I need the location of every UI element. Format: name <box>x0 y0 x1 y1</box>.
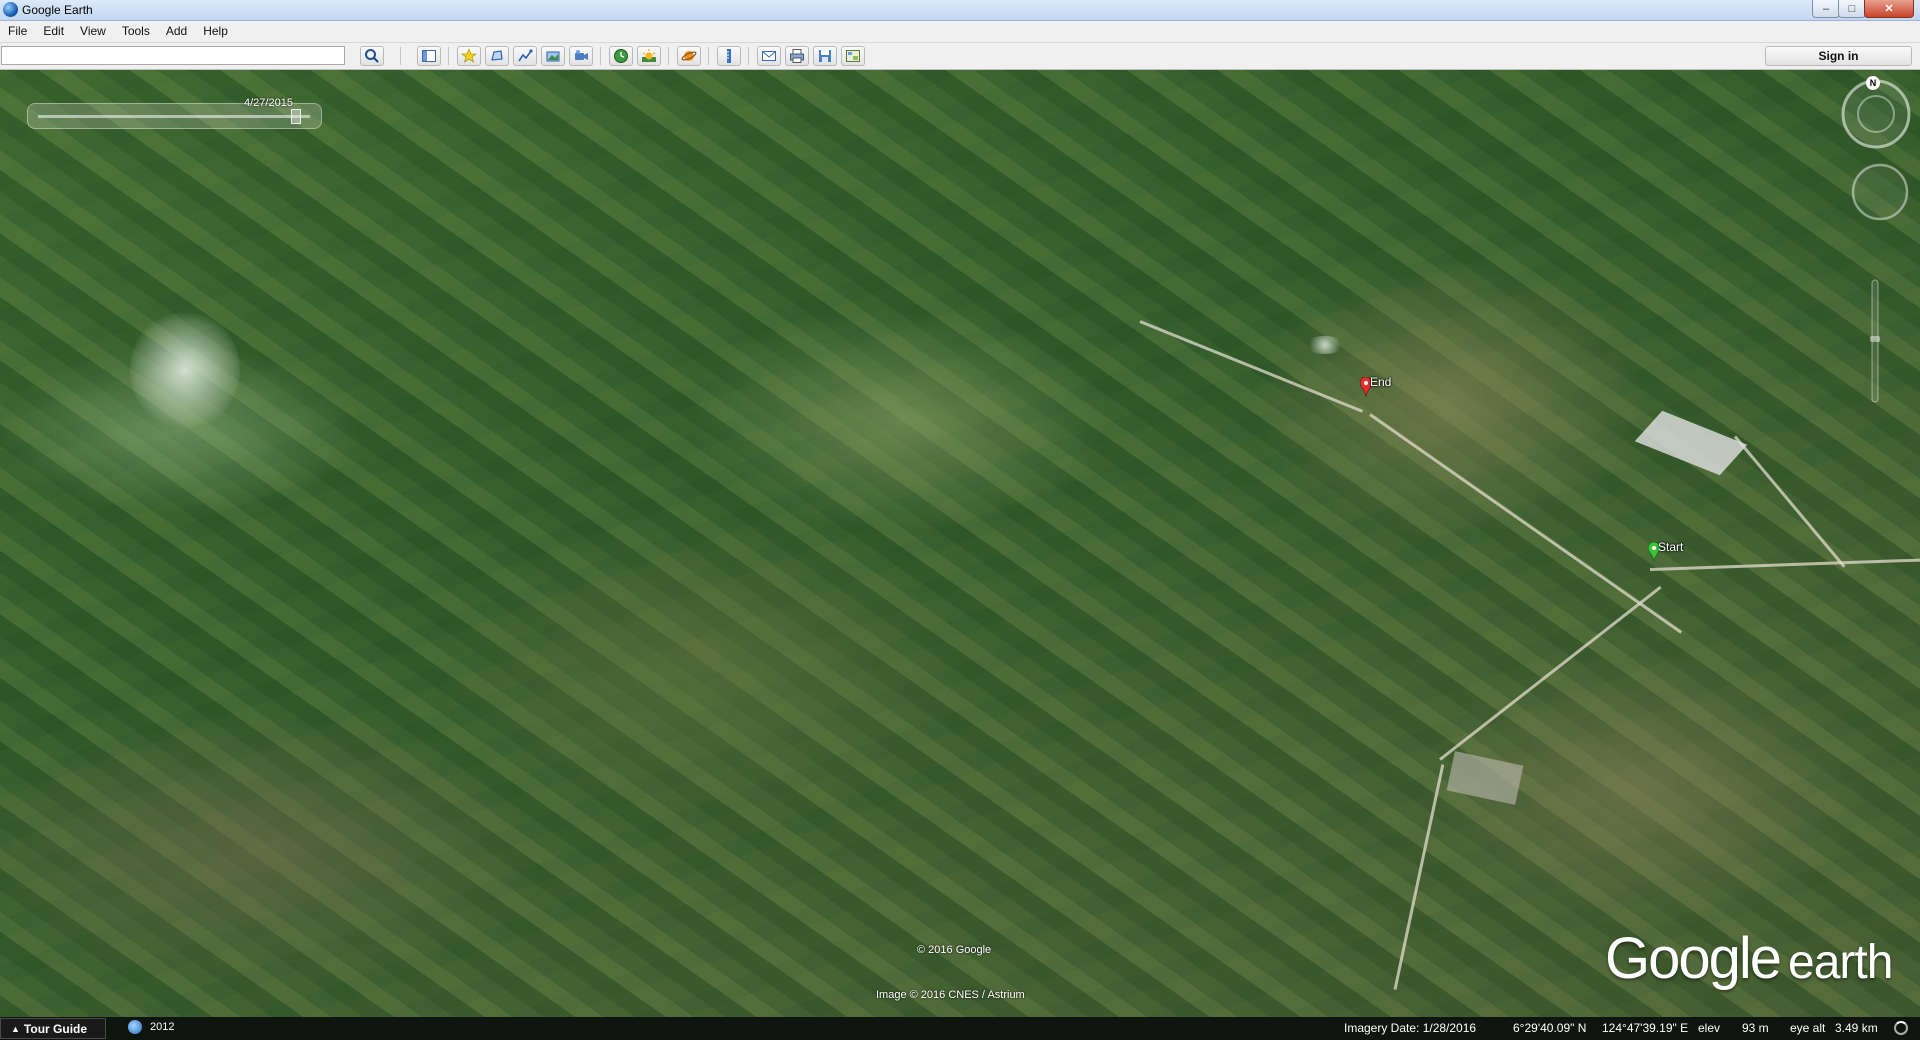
maps-icon <box>846 50 860 62</box>
building-compound <box>1634 410 1748 476</box>
tour-guide-button[interactable]: ▲ Tour Guide <box>0 1018 106 1039</box>
placemark-start-label: Start <box>1658 540 1684 554</box>
add-polygon-button[interactable] <box>485 46 509 66</box>
look-joystick-icon[interactable] <box>1850 162 1910 222</box>
maximize-icon: □ <box>1848 2 1856 15</box>
save-image-button[interactable] <box>813 46 837 66</box>
toolbar-separator <box>668 47 669 65</box>
polygon-icon <box>491 50 503 61</box>
toolbar-separator <box>600 47 601 65</box>
toolbar-separator <box>748 47 749 65</box>
elevation-label: elev <box>1698 1021 1721 1035</box>
sunlight-button[interactable] <box>637 46 661 66</box>
eye-altitude-value: 3.49 km <box>1835 1021 1878 1035</box>
ruler-button[interactable] <box>717 46 741 66</box>
sidebar-icon <box>422 50 436 62</box>
building-compound <box>1446 751 1524 805</box>
email-button[interactable] <box>757 46 781 66</box>
historical-imagery-year[interactable]: 2012 <box>128 1020 174 1034</box>
image-overlay-icon <box>546 51 560 62</box>
ruler-icon <box>727 49 731 63</box>
close-icon: ✕ <box>1884 3 1894 15</box>
time-slider-thumb[interactable] <box>291 109 301 124</box>
menu-help[interactable]: Help <box>195 21 236 42</box>
clock-icon <box>128 1020 142 1034</box>
menu-view[interactable]: View <box>72 21 114 42</box>
print-icon <box>790 49 804 63</box>
sun-icon <box>642 49 656 62</box>
road <box>1439 585 1662 761</box>
time-slider-track <box>38 115 310 118</box>
history-year-value: 2012 <box>150 1021 175 1033</box>
maximize-button[interactable]: □ <box>1838 0 1866 18</box>
menu-file[interactable]: File <box>0 21 35 42</box>
cloud <box>1305 336 1345 354</box>
menu-bar: File Edit View Tools Add Help <box>0 21 1920 43</box>
search-input[interactable] <box>1 46 345 65</box>
compass-north-label: N <box>1866 76 1880 90</box>
record-tour-icon <box>575 50 588 60</box>
status-bar: ▲ Tour Guide 2012 Imagery Date: 1/28/201… <box>0 1017 1920 1040</box>
road <box>1733 435 1846 568</box>
add-placemark-button[interactable] <box>457 46 481 66</box>
google-earth-app-icon <box>3 2 18 17</box>
search-icon <box>365 49 379 63</box>
road <box>1649 558 1920 571</box>
tour-guide-label: Tour Guide <box>23 1021 88 1036</box>
toolbar-separator <box>400 47 401 65</box>
placemark-end-label: End <box>1370 375 1392 389</box>
sidebar-toggle-button[interactable] <box>417 46 441 66</box>
elevation-value: 93 m <box>1742 1021 1769 1035</box>
switch-planet-button[interactable] <box>677 46 701 66</box>
print-button[interactable] <box>785 46 809 66</box>
close-button[interactable]: ✕ <box>1864 0 1914 18</box>
save-image-icon <box>819 50 831 62</box>
pushpin-icon <box>461 48 477 63</box>
copyright-imagery: Image © 2016 CNES / Astrium <box>876 989 1025 1001</box>
toolbar-separator <box>448 47 449 65</box>
time-slider-date: 4/27/2015 <box>244 97 293 109</box>
placemark-start[interactable]: Start <box>1647 540 1683 565</box>
email-icon <box>762 51 776 61</box>
minimize-icon: – <box>1822 2 1830 15</box>
road <box>1139 320 1364 413</box>
menu-edit[interactable]: Edit <box>35 21 72 42</box>
google-earth-logo: Google earth <box>1605 926 1893 991</box>
zoom-slider-icon[interactable] <box>1868 276 1882 406</box>
clock-icon <box>614 49 628 63</box>
cloud <box>130 310 240 430</box>
menu-tools[interactable]: Tools <box>114 21 158 42</box>
view-in-maps-button[interactable] <box>841 46 865 66</box>
add-image-overlay-button[interactable] <box>541 46 565 66</box>
placemark-end[interactable]: End <box>1359 375 1391 400</box>
longitude-readout: 124°47'39.19" E <box>1602 1021 1689 1035</box>
menu-add[interactable]: Add <box>158 21 195 42</box>
window-title: Google Earth <box>22 3 93 17</box>
expand-up-icon: ▲ <box>11 1023 20 1034</box>
planet-icon <box>681 51 697 61</box>
historical-imagery-button[interactable] <box>609 46 633 66</box>
search-button[interactable] <box>360 46 384 66</box>
title-bar: Google Earth – □ ✕ <box>0 0 1920 21</box>
road <box>1393 764 1445 990</box>
road <box>1369 413 1683 634</box>
toolbar-separator <box>708 47 709 65</box>
imagery-date: Imagery Date: 1/28/2016 <box>1344 1021 1477 1035</box>
minimize-button[interactable]: – <box>1812 0 1840 18</box>
copyright-google: © 2016 Google <box>917 944 992 956</box>
add-path-button[interactable] <box>513 46 537 66</box>
record-tour-button[interactable] <box>569 46 593 66</box>
sign-in-button[interactable]: Sign in <box>1765 46 1912 66</box>
toolbar: Sign in <box>0 43 1920 70</box>
path-icon <box>518 49 533 62</box>
streaming-progress-icon <box>1894 1021 1908 1035</box>
earth-3d-view[interactable]: 4/27/2015 End Start N © 2016 Google Imag… <box>0 70 1920 1017</box>
latitude-readout: 6°29'40.09" N <box>1513 1021 1587 1035</box>
eye-altitude-label: eye alt <box>1790 1021 1826 1035</box>
